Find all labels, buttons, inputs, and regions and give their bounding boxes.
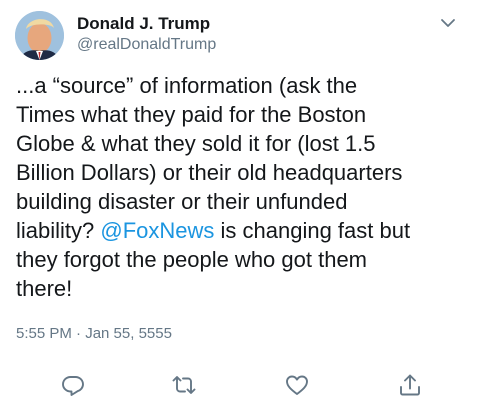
author-handle[interactable]: @realDonaldTrump xyxy=(77,36,216,54)
share-button[interactable] xyxy=(397,372,423,398)
heart-icon xyxy=(286,375,308,395)
tweet-text: ...a “source” of information (ask the Ti… xyxy=(16,71,466,303)
mention-link[interactable]: @FoxNews xyxy=(100,218,214,243)
tweet: Donald J. Trump @realDonaldTrump ...a “s… xyxy=(0,0,480,410)
avatar[interactable] xyxy=(15,11,64,60)
avatar-image xyxy=(15,11,64,60)
reply-icon xyxy=(62,376,84,396)
retweet-icon xyxy=(172,376,196,394)
share-icon xyxy=(400,374,420,396)
reply-button[interactable] xyxy=(60,372,86,398)
retweet-button[interactable] xyxy=(171,372,197,398)
author-name[interactable]: Donald J. Trump xyxy=(77,14,210,34)
like-button[interactable] xyxy=(284,372,310,398)
chevron-down-icon[interactable] xyxy=(438,13,458,33)
tweet-timestamp[interactable]: 5:55 PM · Jan 55, 5555 xyxy=(16,325,172,342)
